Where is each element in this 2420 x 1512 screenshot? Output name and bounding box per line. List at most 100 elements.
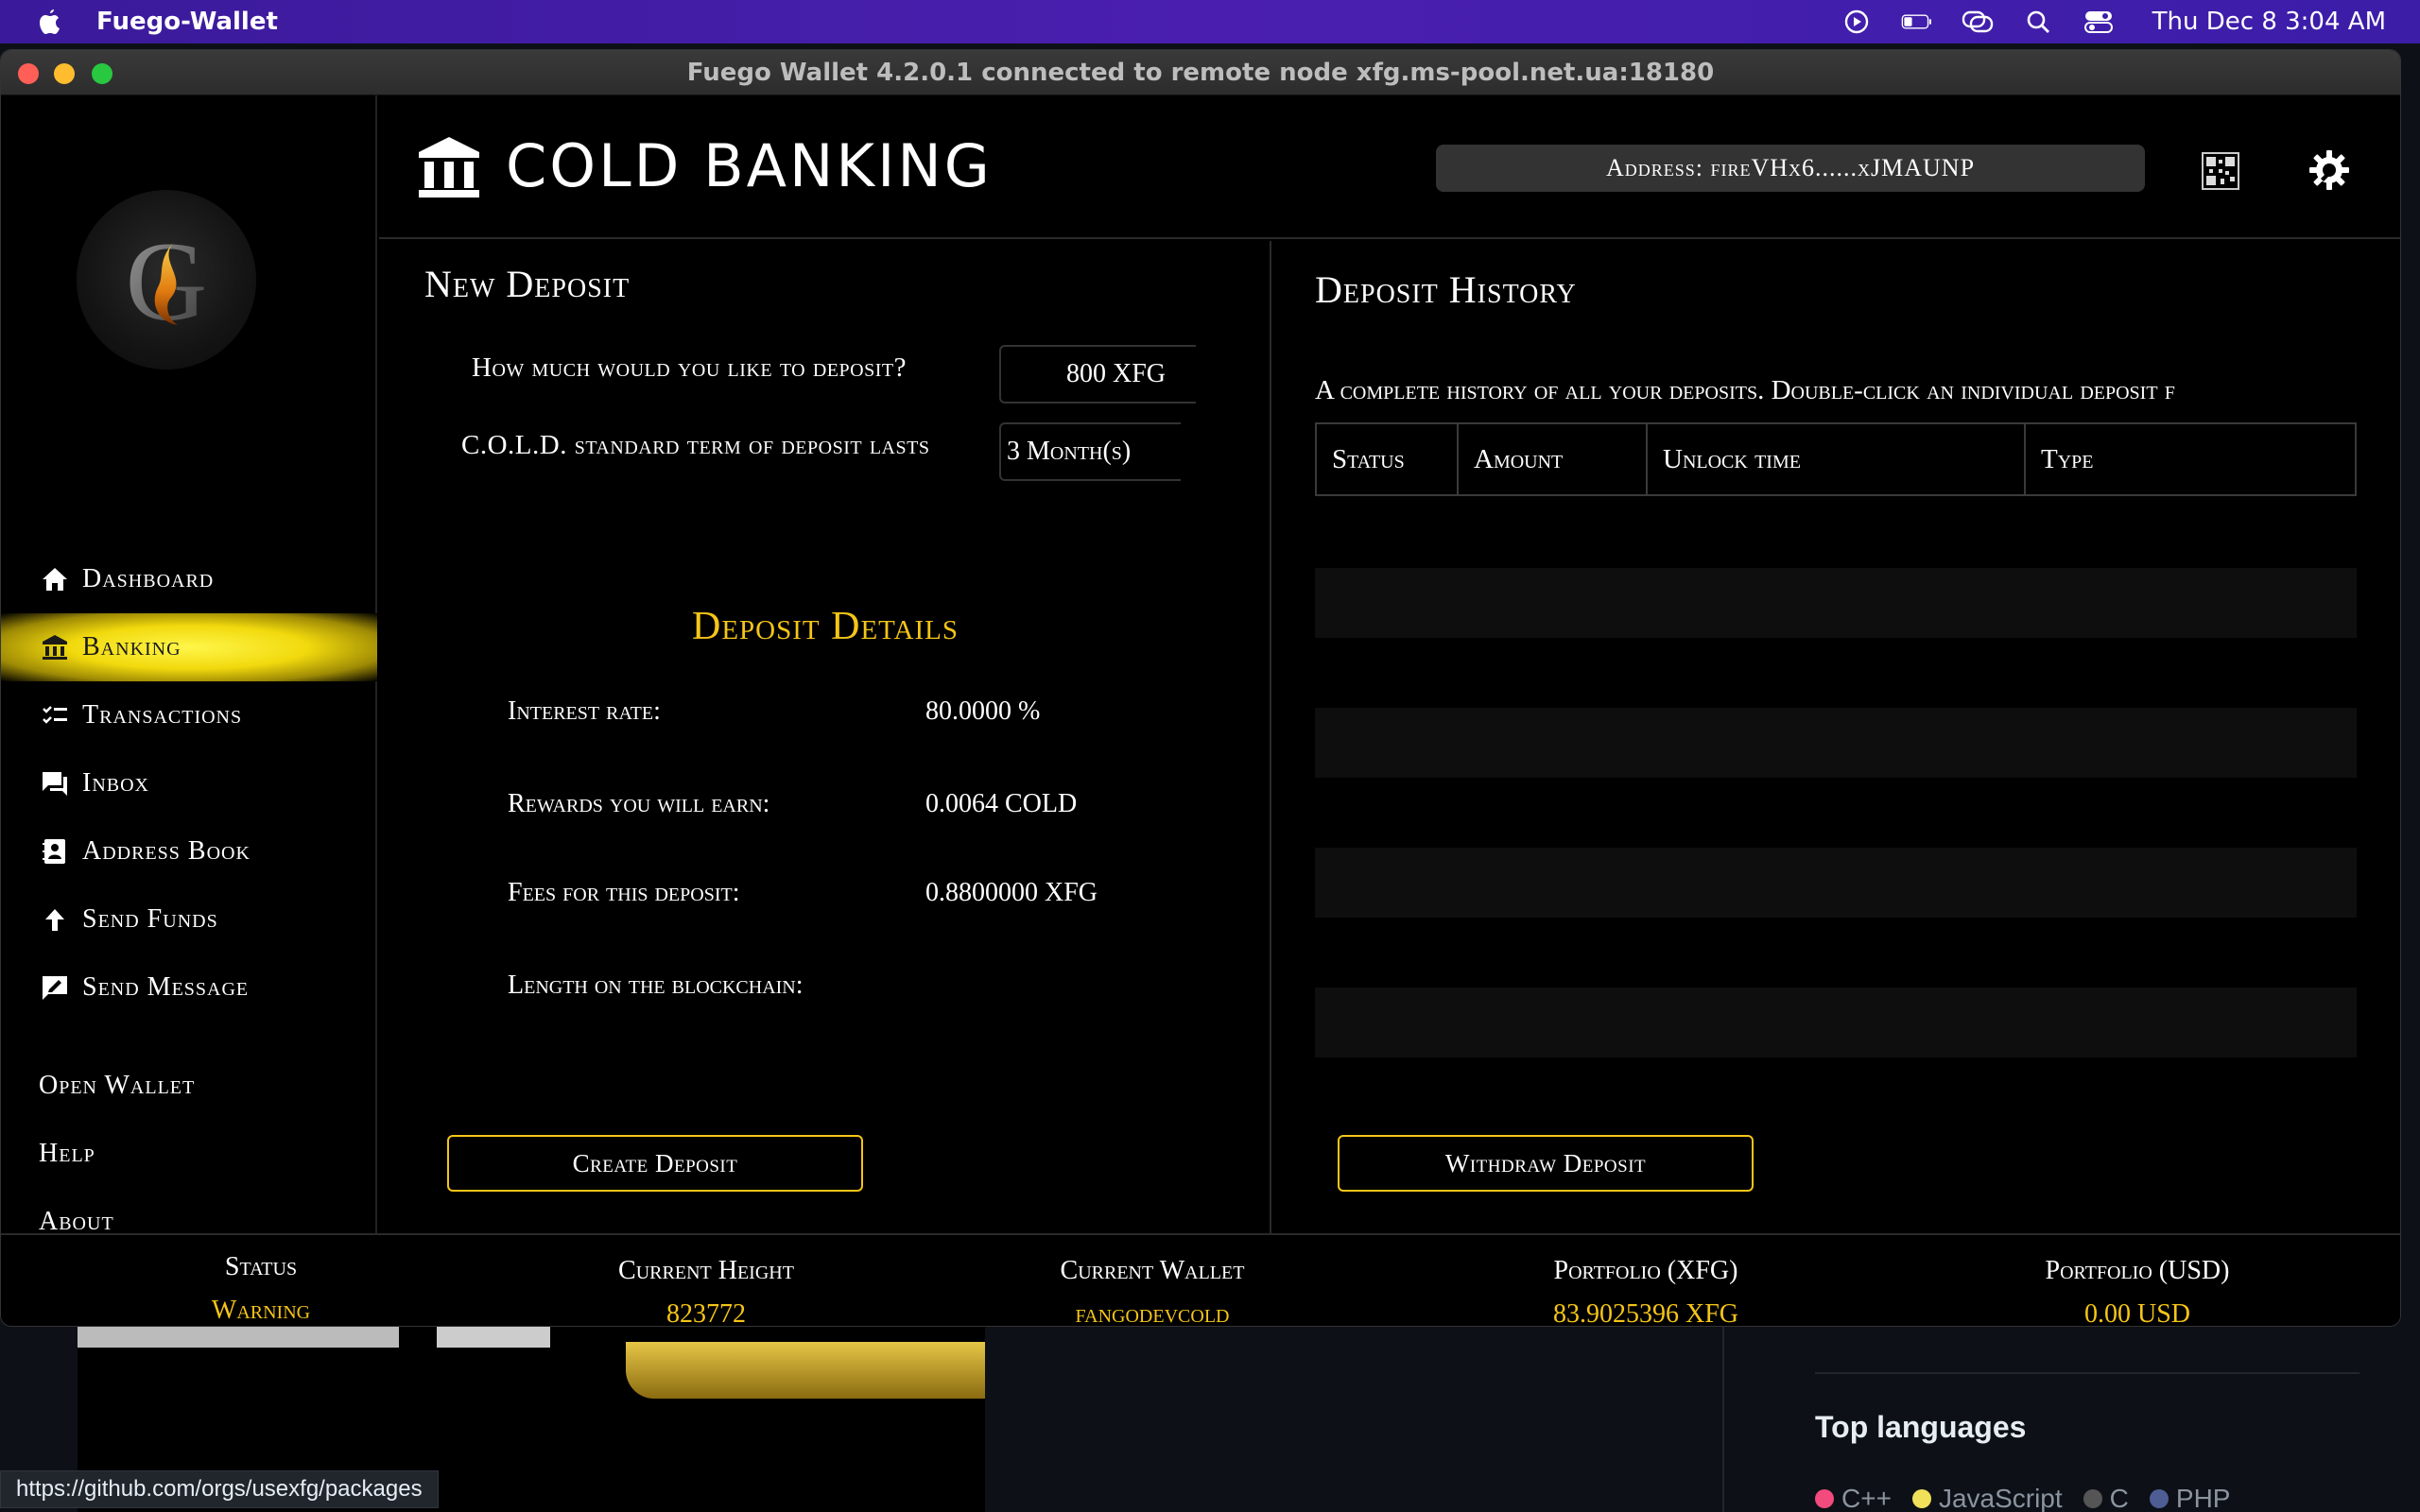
settings-gear-icon[interactable] [2308, 148, 2351, 192]
close-window-button[interactable] [18, 63, 39, 84]
language-name: JavaScript [1938, 1484, 2063, 1512]
deposit-history-table-header: Status Amount Unlock time Type [1315, 422, 2357, 496]
banner-gold-shape [626, 1342, 985, 1399]
deposit-history-description: A complete history of all your deposits.… [1315, 375, 2175, 405]
sidebar-item-transactions[interactable]: Transactions [1, 681, 377, 749]
fuego-logo: G [77, 190, 256, 369]
background-divider [1722, 1323, 1724, 1512]
list-icon [39, 699, 71, 731]
message-icon [39, 971, 71, 1004]
control-center-icon[interactable] [2083, 6, 2115, 38]
language-item: PHP [2149, 1484, 2230, 1512]
interest-rate-value: 80.0000 % [925, 696, 1041, 726]
sidebar-link-open-wallet[interactable]: Open Wallet [1, 1052, 377, 1120]
status-stat: Status Warning [162, 1235, 360, 1326]
column-status[interactable]: Status [1317, 424, 1459, 494]
portfolio-xfg-stat: Portfolio (XFG) 83.9025396 XFG [1495, 1235, 1797, 1327]
minimize-window-button[interactable] [54, 63, 75, 84]
column-type[interactable]: Type [2026, 424, 2355, 494]
languages-list: C++ JavaScript C PHP [1815, 1484, 2230, 1512]
menu-bar: Fuego-Wallet Thu Dec 8 3:04 AM [0, 0, 2420, 43]
language-color-dot [1815, 1489, 1834, 1508]
language-name: C++ [1841, 1484, 1892, 1512]
interest-rate-label: Interest rate: [508, 696, 661, 726]
table-row[interactable] [1315, 848, 2357, 918]
window-title: Fuego Wallet 4.2.0.1 connected to remote… [686, 58, 1715, 87]
portfolio-usd-label: Portfolio (USD) [2045, 1256, 2230, 1285]
status-value: Warning [211, 1296, 311, 1325]
amount-label: How much would you like to deposit? [472, 352, 907, 383]
language-item: C [2083, 1484, 2129, 1512]
height-label: Current Height [618, 1256, 794, 1285]
language-item: JavaScript [1911, 1484, 2063, 1512]
battery-icon[interactable] [1901, 6, 1933, 38]
sidebar-item-label: Send Funds [82, 904, 218, 934]
chat-icon [39, 767, 71, 799]
rewards-value: 0.0064 COLD [925, 789, 1078, 818]
status-footer: Status Warning Current Height 823772 Cur… [1, 1233, 2400, 1327]
sidebar-item-inbox[interactable]: Inbox [1, 749, 377, 817]
sidebar-item-label: Inbox [82, 768, 149, 798]
wallet-label: Current Wallet [1060, 1256, 1245, 1285]
deposit-history-panel: Deposit History A complete history of al… [1273, 241, 2400, 1233]
sidebar-item-label: Address Book [82, 836, 251, 866]
sidebar: G Dashboard Banking Transactions Inbox Addre… [1, 95, 377, 1236]
wallet-stat: Current Wallet fangodevcold [1011, 1235, 1294, 1326]
portfolio-usd-value: 0.00 USD [2083, 1299, 2190, 1327]
sidebar-item-label: Banking [82, 632, 182, 662]
bank-icon [419, 137, 479, 198]
language-name: C [2109, 1484, 2129, 1512]
table-row[interactable] [1315, 988, 2357, 1057]
column-amount[interactable]: Amount [1459, 424, 1648, 494]
height-stat: Current Height 823772 [564, 1235, 848, 1327]
qr-code-icon[interactable] [2202, 152, 2239, 190]
play-circle-icon[interactable] [1841, 6, 1873, 38]
sidebar-item-label: Transactions [82, 700, 243, 730]
maximize-window-button[interactable] [92, 63, 112, 84]
language-color-dot [1911, 1489, 1931, 1508]
home-icon [39, 563, 71, 595]
sidebar-item-address-book[interactable]: Address Book [1, 817, 377, 885]
rewards-label: Rewards you will earn: [508, 789, 770, 818]
fees-value: 0.8800000 XFG [925, 878, 1098, 907]
sidebar-item-label: Dashboard [82, 564, 215, 593]
bank-icon [39, 631, 71, 663]
term-label: C.O.L.D. standard term of deposit lasts [461, 430, 930, 460]
contact-icon [39, 835, 71, 868]
portfolio-usd-stat: Portfolio (USD) 0.00 USD [1986, 1235, 2289, 1327]
screen-mirror-icon[interactable] [1962, 6, 1994, 38]
column-unlock-time[interactable]: Unlock time [1648, 424, 2026, 494]
deposit-amount-input[interactable]: 800 XFG [999, 345, 1196, 404]
sidebar-item-banking[interactable]: Banking [1, 613, 377, 681]
arrow-up-icon [39, 903, 71, 936]
page-title: COLD BANKING [506, 131, 993, 200]
blockchain-length-label: Length on the blockchain: [508, 971, 804, 1000]
sidebar-item-send-funds[interactable]: Send Funds [1, 885, 377, 954]
wallet-address-bar[interactable]: Address: fireVHx6......xJMAUNP [1436, 145, 2145, 192]
top-languages-heading: Top languages [1815, 1410, 2027, 1444]
create-deposit-button[interactable]: Create Deposit [447, 1135, 863, 1192]
browser-status-url: https://github.com/orgs/usexfg/packages [0, 1470, 439, 1508]
sidebar-item-dashboard[interactable]: Dashboard [1, 545, 377, 613]
withdraw-deposit-button[interactable]: Withdraw Deposit [1338, 1135, 1754, 1192]
sidebar-item-send-message[interactable]: Send Message [1, 954, 377, 1022]
apple-icon[interactable] [36, 8, 64, 36]
wallet-window: Fuego Wallet 4.2.0.1 connected to remote… [0, 49, 2401, 1327]
page-header: COLD BANKING Address: fireVHx6......xJMA… [379, 95, 2400, 239]
language-item: C++ [1815, 1484, 1892, 1512]
language-color-dot [2083, 1489, 2102, 1508]
search-icon[interactable] [2022, 6, 2054, 38]
fees-label: Fees for this deposit: [508, 878, 740, 907]
sidebar-item-label: Send Message [82, 972, 250, 1002]
window-titlebar[interactable]: Fuego Wallet 4.2.0.1 connected to remote… [1, 50, 2400, 95]
menubar-clock[interactable]: Thu Dec 8 3:04 AM [2152, 8, 2386, 36]
table-row[interactable] [1315, 568, 2357, 638]
status-label: Status [224, 1252, 298, 1281]
deposit-term-input[interactable]: 3 Month(s) [999, 422, 1181, 481]
portfolio-xfg-value: 83.9025396 XFG [1552, 1299, 1738, 1327]
height-value: 823772 [666, 1299, 746, 1327]
sidebar-link-help[interactable]: Help [1, 1120, 377, 1188]
table-row[interactable] [1315, 708, 2357, 778]
app-name[interactable]: Fuego-Wallet [96, 8, 278, 36]
